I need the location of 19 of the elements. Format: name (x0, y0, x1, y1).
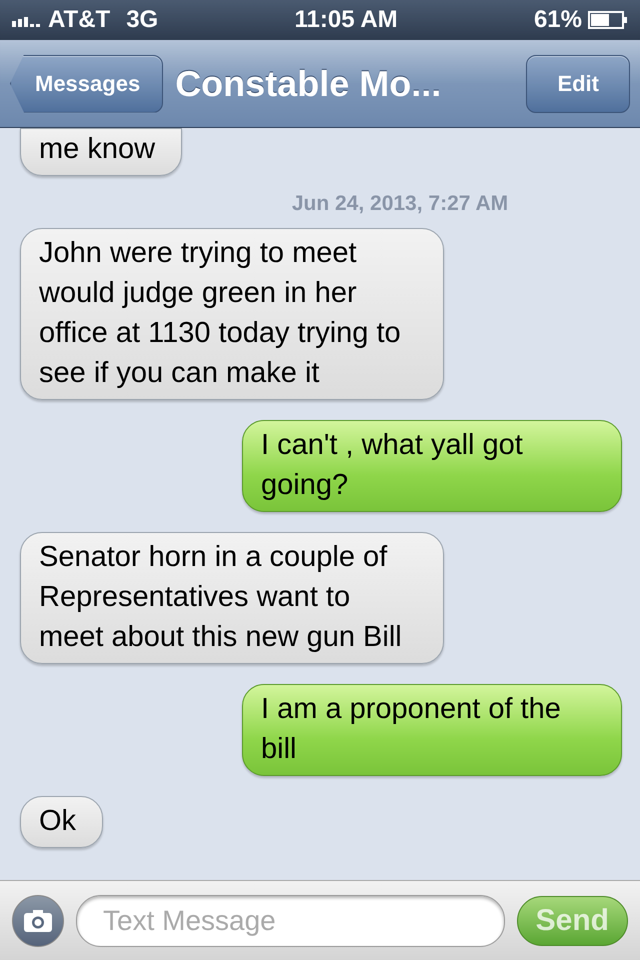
sent-message: I can't , what yall got going? (242, 420, 622, 512)
camera-icon (23, 908, 53, 932)
received-message: John were trying to meet would judge green in her office at 1130 today trying to see if you can make it (20, 228, 444, 400)
received-message: Senator horn in a couple of Representatives want to meet about this new gun Bill (20, 532, 444, 664)
sent-message: I am a proponent of the bill (242, 684, 622, 776)
message-field[interactable]: Text Message (76, 894, 505, 946)
clock-time: 11:05 AM (294, 6, 398, 34)
received-message: Ok (20, 796, 104, 848)
network-type: 3G (126, 6, 158, 34)
back-button[interactable]: Messages (10, 54, 164, 112)
battery-icon (588, 11, 628, 29)
battery-percent: 61% (534, 6, 582, 34)
camera-button[interactable] (12, 894, 64, 946)
timestamp: Jun 24, 2013, 7:27 AM (292, 192, 508, 216)
received-message: me know (20, 128, 182, 176)
edit-button[interactable]: Edit (526, 54, 630, 112)
carrier-name: AT&T (48, 6, 110, 34)
conversation-title: Constable Mo... (175, 62, 442, 104)
send-button[interactable]: Send (516, 896, 628, 946)
